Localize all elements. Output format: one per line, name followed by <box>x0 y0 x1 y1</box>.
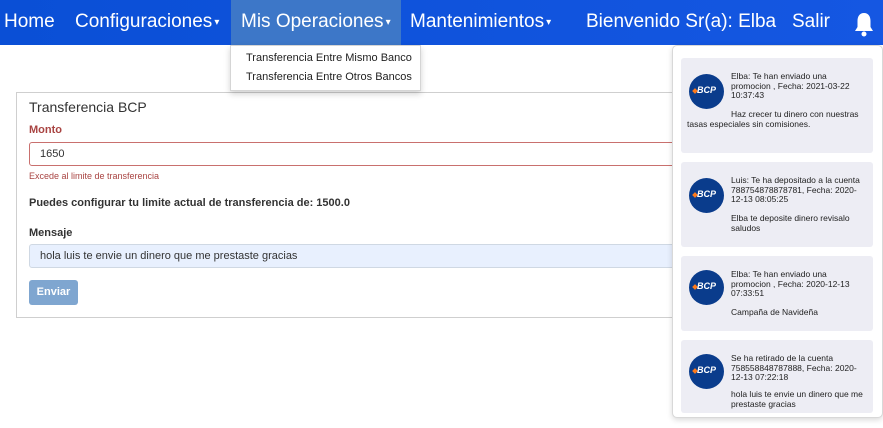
transfer-panel: Transferencia BCP Monto 1650 Excede al l… <box>16 92 719 318</box>
nav-home[interactable]: Home <box>4 0 55 45</box>
chevron-down-icon: ▾ <box>546 17 552 28</box>
bcp-logo-text: BCP <box>696 189 716 199</box>
bell-icon[interactable] <box>853 11 875 37</box>
notification-body: Campaña de Navideña <box>731 307 818 317</box>
nav-mantenimientos[interactable]: Mantenimientos ▾ <box>410 0 551 45</box>
top-navbar: Home Configuraciones ▾ Mis Operaciones ▾ M… <box>0 0 883 45</box>
nav-mis-operaciones[interactable]: Mis Operaciones ▾ <box>231 0 401 45</box>
mensaje-label: Mensaje <box>29 227 73 239</box>
notification-body: hola luis te envie un dinero que me pres… <box>731 389 863 409</box>
nav-configuraciones-label: Configuraciones <box>75 11 213 32</box>
monto-label: Monto <box>29 124 62 136</box>
bcp-logo: BCP <box>689 354 724 389</box>
chevron-down-icon: ▾ <box>385 17 391 28</box>
menu-item-mismo-banco[interactable]: Transferencia Entre Mismo Banco <box>246 52 412 64</box>
nav-home-label: Home <box>4 11 55 32</box>
salir-link[interactable]: Salir <box>792 0 830 45</box>
notification-item[interactable]: BCP Luis: Te ha depositado a la cuenta 7… <box>681 162 873 247</box>
notification-header: Se ha retirado de la cuenta 758558848787… <box>731 353 857 382</box>
menu-item-otros-bancos[interactable]: Transferencia Entre Otros Bancos <box>246 71 412 83</box>
welcome-text: Bienvenido Sr(a): Elba <box>586 11 777 32</box>
bcp-logo-text: BCP <box>696 85 716 95</box>
chevron-down-icon: ▾ <box>214 17 220 28</box>
notification-item[interactable]: BCP Elba: Te han enviado una promocion ,… <box>681 58 873 153</box>
notification-item[interactable]: BCP Elba: Te han enviado una promocion ,… <box>681 256 873 331</box>
operaciones-dropdown-menu: Transferencia Entre Mismo Banco Transfer… <box>230 45 421 91</box>
enviar-button[interactable]: Enviar <box>29 280 78 305</box>
notification-header: Elba: Te han enviado una promocion , Fec… <box>731 71 850 100</box>
notification-body: Haz crecer tu dinero con nuestras tasas … <box>687 109 859 129</box>
notification-item[interactable]: BCP Se ha retirado de la cuenta 75855884… <box>681 340 873 413</box>
bcp-logo: BCP <box>689 74 724 109</box>
bcp-logo: BCP <box>689 270 724 305</box>
panel-title: Transferencia BCP <box>29 99 147 115</box>
mensaje-input[interactable]: hola luis te envie un dinero que me pres… <box>29 244 719 268</box>
notification-body: Elba te deposite dinero revisalo saludos <box>731 213 850 233</box>
limit-info-text: Puedes configurar tu limite actual de tr… <box>29 197 350 209</box>
notification-header: Luis: Te ha depositado a la cuenta 78875… <box>731 175 860 204</box>
bcp-logo-text: BCP <box>696 365 716 375</box>
notification-header: Elba: Te han enviado una promocion , Fec… <box>731 269 850 298</box>
monto-input[interactable]: 1650 <box>29 142 719 166</box>
notifications-dropdown: BCP Elba: Te han enviado una promocion ,… <box>672 45 883 418</box>
nav-mantenimientos-label: Mantenimientos <box>410 11 545 32</box>
bcp-logo-text: BCP <box>696 281 716 291</box>
nav-mis-operaciones-label: Mis Operaciones <box>241 11 384 32</box>
nav-configuraciones[interactable]: Configuraciones ▾ <box>75 0 219 45</box>
bcp-logo: BCP <box>689 178 724 213</box>
monto-error-message: Excede al limite de transferencia <box>29 171 160 181</box>
